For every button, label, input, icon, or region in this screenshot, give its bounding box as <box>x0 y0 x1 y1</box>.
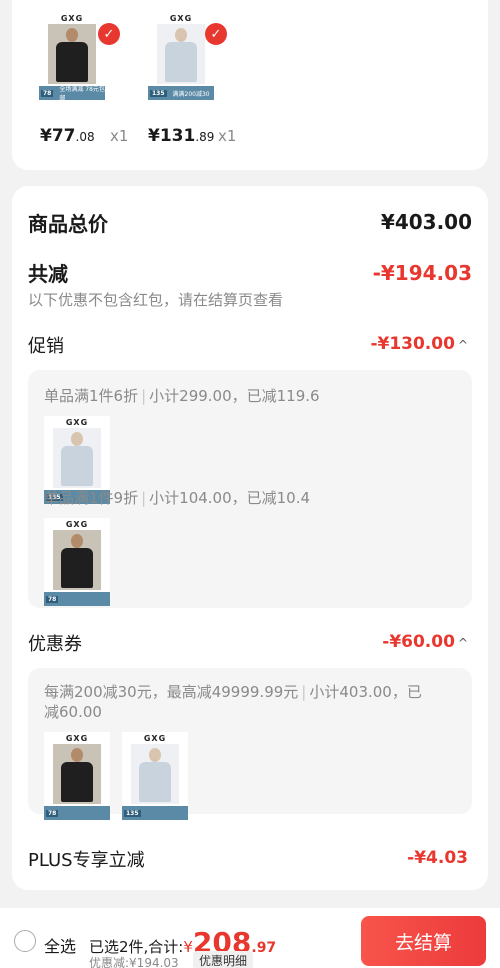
product-image <box>53 428 101 488</box>
price-band: 135 <box>122 806 188 820</box>
total-reduce-label: 共减 <box>28 262 68 286</box>
price-breakdown-card: 商品总价 ¥403.00 共减 -¥194.03 以下优惠不包含红包，请在结算页… <box>12 186 488 890</box>
checkout-button[interactable]: 去结算 <box>361 916 486 966</box>
price-band: 78 <box>44 592 110 606</box>
product-quantity: x1 <box>110 127 129 145</box>
product-image <box>131 744 179 804</box>
product-image <box>53 530 101 590</box>
total-price-value: ¥403.00 <box>380 210 472 234</box>
product-quantity: x1 <box>218 127 237 145</box>
price-band: 78 <box>44 806 110 820</box>
product-image <box>53 744 101 804</box>
product-thumbnail[interactable]: GXG 135 满满200减30 <box>148 12 214 100</box>
total-price-label: 商品总价 <box>28 212 108 236</box>
product-image <box>157 24 205 84</box>
brand-logo: GXG <box>65 520 89 529</box>
chevron-up-icon[interactable]: ^ <box>458 636 468 650</box>
product-price: ¥131.89 <box>148 126 215 146</box>
coupon-product-thumbnail[interactable]: GXG 78 <box>44 732 110 820</box>
promo-detail-box: 单品满1件6折 | 小计299.00，已减119.6 GXG 135 单品满1件9折… <box>28 370 472 608</box>
promo-product-thumbnail[interactable]: GXG 78 <box>44 518 110 606</box>
select-all-radio[interactable] <box>14 930 36 952</box>
brand-logo: GXG <box>143 734 167 743</box>
selected-check-icon[interactable]: ✓ <box>205 23 227 45</box>
brand-logo: GXG <box>65 734 89 743</box>
price-band: 78 全场满减 78元包邮 <box>39 86 105 102</box>
chevron-up-icon[interactable]: ^ <box>458 338 468 352</box>
selected-products-card: GXG 78 全场满减 78元包邮 ✓ ¥77.08 x1 GXG 135 满满20… <box>12 0 488 170</box>
promo-label: 促销 <box>28 336 64 357</box>
total-reduce-value: -¥194.03 <box>372 261 472 285</box>
brand-logo: GXG <box>65 418 89 427</box>
coupon-rule: 每满200减30元，最高减49999.99元 | 小计403.00，已 减60.00 <box>44 683 422 721</box>
plus-discount-label: PLUS专享立减 <box>28 850 145 871</box>
discount-amount: 优惠减:¥194.03 <box>89 956 179 968</box>
brand-logo: GXG <box>169 14 193 23</box>
promo-value[interactable]: -¥130.00 ^ <box>370 334 468 354</box>
product-price: ¥77.08 <box>40 126 95 146</box>
discount-detail-button[interactable]: 优惠明细 <box>193 951 254 968</box>
promo-rule: 单品满1件6折 | 小计299.00，已减119.6 <box>44 387 320 405</box>
coupon-label: 优惠券 <box>28 634 82 655</box>
select-all-label[interactable]: 全选 <box>44 933 76 957</box>
coupon-detail-box: 每满200减30元，最高减49999.99元 | 小计403.00，已 减60.00 … <box>28 668 472 820</box>
coupon-value[interactable]: -¥60.00 ^ <box>382 632 468 652</box>
brand-logo: GXG <box>60 14 84 23</box>
plus-discount-value: -¥4.03 <box>407 848 468 868</box>
discount-note: 以下优惠不包含红包，请在结算页查看 <box>28 291 284 309</box>
price-band: 135 满满200减30 <box>148 86 214 100</box>
product-thumbnail[interactable]: GXG 78 全场满减 78元包邮 <box>39 12 105 102</box>
product-image <box>48 24 96 84</box>
promo-rule: 单品满1件9折 | 小计104.00，已减10.4 <box>44 489 311 507</box>
checkout-bar: 全选 已选2件,合计:¥208.97 优惠减:¥194.03 优惠明细 去结算 <box>0 908 500 968</box>
coupon-product-thumbnail[interactable]: GXG 135 <box>122 732 188 820</box>
selected-check-icon[interactable]: ✓ <box>98 23 120 45</box>
